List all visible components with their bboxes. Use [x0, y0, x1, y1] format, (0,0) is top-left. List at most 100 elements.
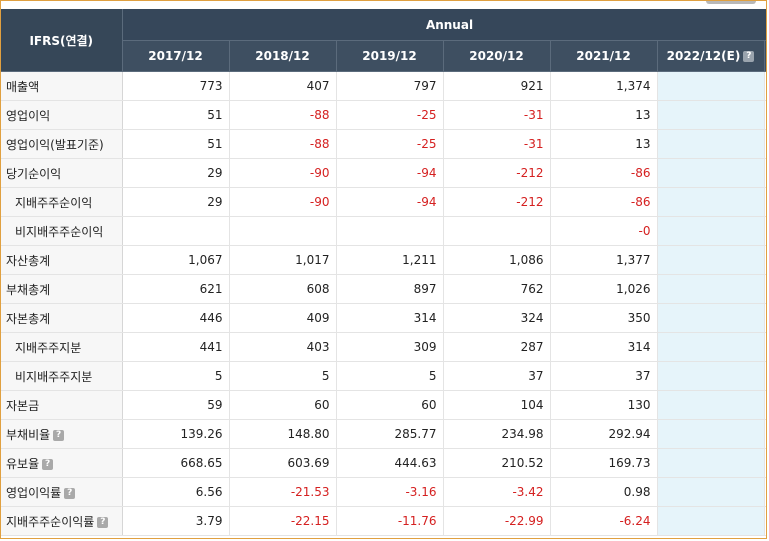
value-cell: 608 — [229, 274, 337, 304]
value-cell: 5 — [336, 361, 444, 391]
period-header: 2019/12 — [336, 40, 444, 72]
row-label-text: 지배주주순이익률 — [6, 514, 95, 529]
table-body: 매출액 773 407 797 921 1,374 영업이익 51 -88 -25 -31 13 영업이… — [1, 71, 766, 536]
overflow-cell — [764, 274, 766, 304]
row-label: 비지배주주순이익 — [1, 216, 123, 246]
overflow-cell — [764, 332, 766, 362]
row-label: 지배주주지분 — [1, 332, 123, 362]
estimate-cell — [657, 477, 765, 507]
period-header: 2020/12 — [443, 40, 551, 72]
row-label: 지배주주순이익 — [1, 187, 123, 217]
row-label-text: 유보율 — [6, 456, 40, 471]
row-label-text: 영업이익 — [6, 108, 51, 123]
value-cell: -90 — [229, 187, 337, 217]
value-cell: 603.69 — [229, 448, 337, 478]
row-label-text: 자본총계 — [6, 311, 51, 326]
overflow-cell — [764, 129, 766, 159]
value-cell: 210.52 — [443, 448, 551, 478]
value-cell: 1,377 — [550, 245, 658, 275]
value-cell: 169.73 — [550, 448, 658, 478]
overflow-cell — [764, 419, 766, 449]
help-icon[interactable]: ? — [97, 516, 109, 528]
table-row: 비지배주주순이익 -0 — [1, 216, 766, 246]
value-cell: 407 — [229, 71, 337, 101]
value-cell: -11.76 — [336, 506, 444, 536]
table-row: 지배주주순이익률? 3.79 -22.15 -11.76 -22.99 -6.24 — [1, 506, 766, 536]
help-icon[interactable]: ? — [743, 51, 755, 62]
estimate-cell — [657, 216, 765, 246]
value-cell: 668.65 — [122, 448, 230, 478]
row-label-text: 비지배주주순이익 — [15, 224, 104, 239]
overflow-cell — [764, 100, 766, 130]
value-cell: -212 — [443, 187, 551, 217]
value-cell: 37 — [443, 361, 551, 391]
value-cell: 1,374 — [550, 71, 658, 101]
value-cell: 314 — [550, 332, 658, 362]
row-label-text: 비지배주주지분 — [15, 369, 93, 384]
period-estimate-label: 2022/12(E) — [666, 49, 741, 63]
value-cell: 130 — [550, 390, 658, 420]
row-label: 당기순이익 — [1, 158, 123, 188]
value-cell: 921 — [443, 71, 551, 101]
row-label: 매출액 — [1, 71, 123, 101]
estimate-cell — [657, 419, 765, 449]
accounting-standard-header: IFRS(연결) — [1, 9, 123, 72]
value-cell: 446 — [122, 303, 230, 333]
row-label: 영업이익 — [1, 100, 123, 130]
value-cell — [443, 216, 551, 246]
period-header: 2021/12 — [550, 40, 658, 72]
row-label-text: 지배주주순이익 — [15, 195, 93, 210]
value-cell: 6.56 — [122, 477, 230, 507]
row-label-text: 영업이익(발표기준) — [6, 137, 104, 152]
value-cell: -212 — [443, 158, 551, 188]
value-cell: 148.80 — [229, 419, 337, 449]
value-cell: 797 — [336, 71, 444, 101]
table-row: 영업이익률? 6.56 -21.53 -3.16 -3.42 0.98 — [1, 477, 766, 507]
row-label-text: 부채비율 — [6, 427, 51, 442]
value-cell: 139.26 — [122, 419, 230, 449]
help-icon[interactable]: ? — [64, 487, 76, 499]
value-cell: 13 — [550, 100, 658, 130]
value-cell: -31 — [443, 129, 551, 159]
value-cell: -94 — [336, 158, 444, 188]
table-row: 당기순이익 29 -90 -94 -212 -86 — [1, 158, 766, 188]
table-row: 자산총계 1,067 1,017 1,211 1,086 1,377 — [1, 245, 766, 275]
row-label: 자본금 — [1, 390, 123, 420]
value-cell: 3.79 — [122, 506, 230, 536]
table-row: 매출액 773 407 797 921 1,374 — [1, 71, 766, 101]
value-cell — [229, 216, 337, 246]
value-cell: 37 — [550, 361, 658, 391]
row-label: 부채비율? — [1, 419, 123, 449]
value-cell: 444.63 — [336, 448, 444, 478]
help-icon[interactable]: ? — [42, 458, 54, 470]
period-header: 2017/12 — [122, 40, 230, 72]
estimate-cell — [657, 274, 765, 304]
value-cell: 409 — [229, 303, 337, 333]
value-cell: 51 — [122, 100, 230, 130]
value-cell: -6.24 — [550, 506, 658, 536]
value-cell: -22.99 — [443, 506, 551, 536]
help-icon[interactable]: ? — [53, 429, 65, 441]
row-label-text: 당기순이익 — [6, 166, 62, 181]
scrollbar-handle[interactable] — [706, 1, 756, 4]
estimate-cell — [657, 187, 765, 217]
value-cell: -22.15 — [229, 506, 337, 536]
period-header-overflow — [764, 40, 766, 72]
value-cell: -3.16 — [336, 477, 444, 507]
row-label: 지배주주순이익률? — [1, 506, 123, 536]
value-cell: 13 — [550, 129, 658, 159]
value-cell: -31 — [443, 100, 551, 130]
value-cell: 287 — [443, 332, 551, 362]
period-header-estimate: 2022/12(E)? — [657, 40, 765, 72]
table-row: 자본금 59 60 60 104 130 — [1, 390, 766, 420]
row-label: 자산총계 — [1, 245, 123, 275]
value-cell: 104 — [443, 390, 551, 420]
overflow-cell — [764, 506, 766, 536]
table-row: 부채비율? 139.26 148.80 285.77 234.98 292.94 — [1, 419, 766, 449]
table-row: 영업이익 51 -88 -25 -31 13 — [1, 100, 766, 130]
table-row: 부채총계 621 608 897 762 1,026 — [1, 274, 766, 304]
estimate-cell — [657, 303, 765, 333]
value-cell: 1,211 — [336, 245, 444, 275]
estimate-cell — [657, 71, 765, 101]
annual-header: Annual — [122, 9, 766, 41]
